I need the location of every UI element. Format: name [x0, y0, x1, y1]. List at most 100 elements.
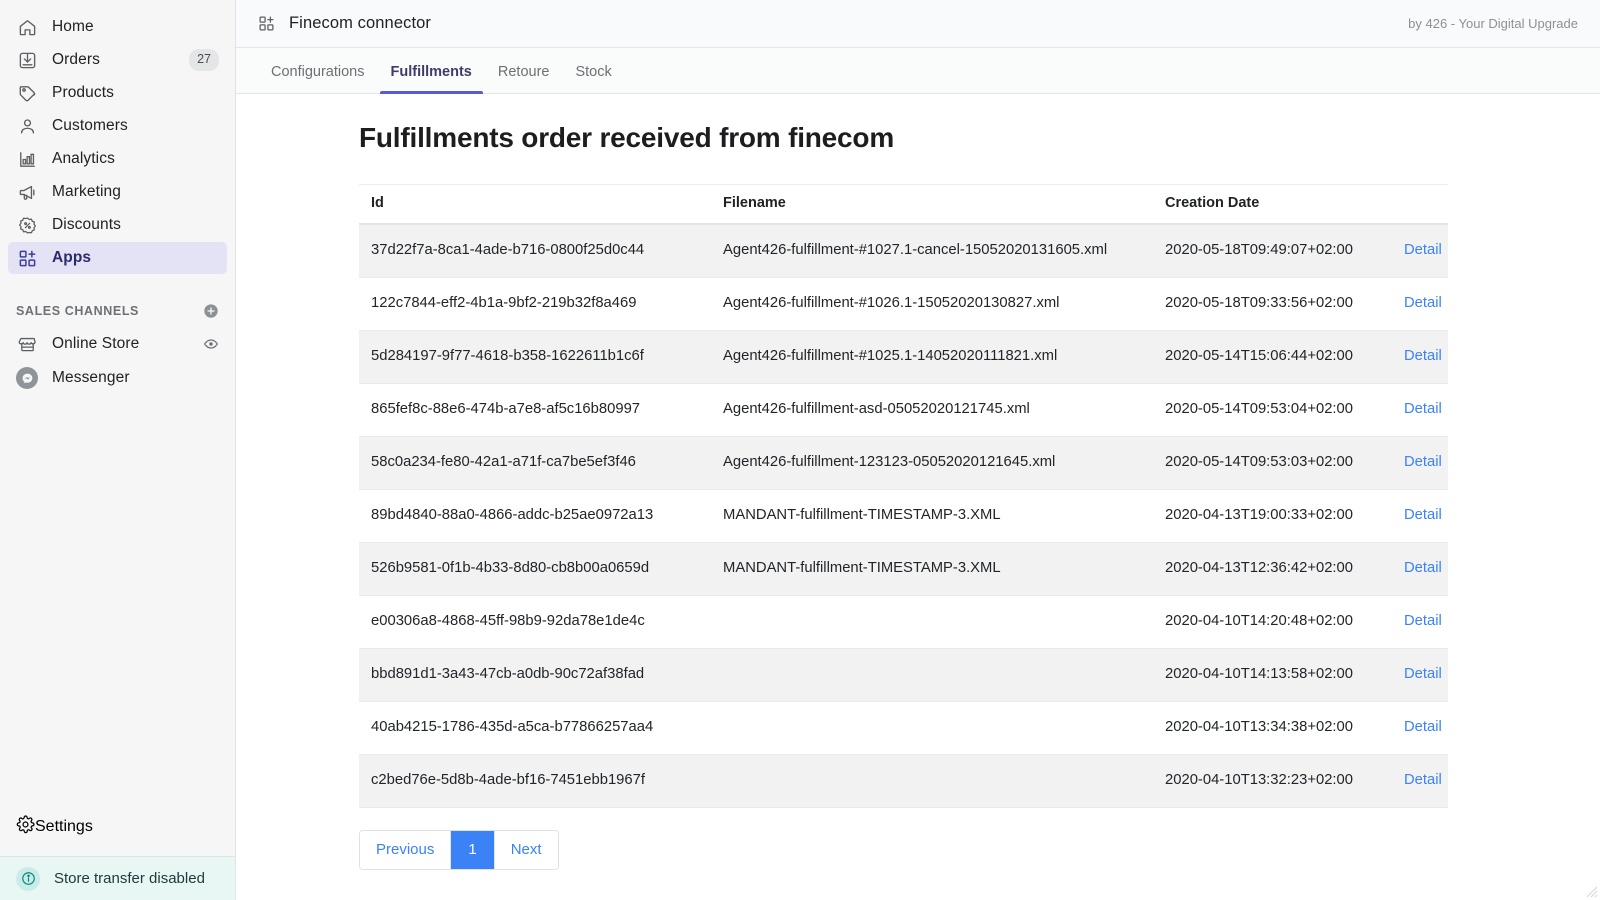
sidebar-item-apps[interactable]: Apps [8, 242, 227, 274]
detail-link[interactable]: Detail [1404, 613, 1442, 629]
cell-actions: Detail [1392, 436, 1448, 489]
table-row: 122c7844-eff2-4b1a-9bf2-219b32f8a469Agen… [359, 277, 1448, 330]
sidebar-item-label: Products [52, 84, 114, 102]
sidebar-item-home[interactable]: Home [8, 11, 227, 43]
cell-actions: Detail [1392, 489, 1448, 542]
table-row: 40ab4215-1786-435d-a5ca-b77866257aa4 2020… [359, 701, 1448, 754]
store-transfer-banner[interactable]: Store transfer disabled [0, 856, 235, 900]
page-title: Fulfillments order received from finecom [359, 122, 1600, 154]
column-header-id: Id [359, 185, 711, 225]
sidebar-item-customers[interactable]: Customers [8, 110, 227, 142]
cell-actions: Detail [1392, 224, 1448, 277]
sidebar-item-label: Discounts [52, 216, 121, 234]
sidebar-item-marketing[interactable]: Marketing [8, 176, 227, 208]
sidebar-item-label: Marketing [52, 183, 121, 201]
gear-icon [16, 815, 35, 839]
cell-creation-date: 2020-04-10T14:13:58+02:00 [1153, 648, 1392, 701]
sidebar-spacer [0, 395, 235, 810]
detail-link[interactable]: Detail [1404, 401, 1442, 417]
cell-id: 58c0a234-fe80-42a1-a71f-ca7be5ef3f46 [359, 436, 711, 489]
cell-creation-date: 2020-05-14T09:53:04+02:00 [1153, 383, 1392, 436]
cell-id: 526b9581-0f1b-4b33-8d80-cb8b00a0659d [359, 542, 711, 595]
app-root: Home Orders 27 Products Customers [0, 0, 1600, 900]
cell-creation-date: 2020-04-10T13:32:23+02:00 [1153, 754, 1392, 807]
tab-bar: Configurations Fulfillments Retoure Stoc… [236, 48, 1600, 94]
column-header-creation-date: Creation Date [1153, 185, 1392, 225]
column-header-filename: Filename [711, 185, 1153, 225]
cell-filename [711, 701, 1153, 754]
fulfillments-table: Id Filename Creation Date 37d22f7a-8ca1-… [359, 184, 1448, 808]
sidebar-item-discounts[interactable]: Discounts [8, 209, 227, 241]
pagination-next[interactable]: Next [495, 831, 558, 869]
table-row: bbd891d1-3a43-47cb-a0db-90c72af38fad 2020… [359, 648, 1448, 701]
cell-filename: Agent426-fulfillment-123123-050520201216… [711, 436, 1153, 489]
sidebar-item-messenger[interactable]: Messenger [8, 362, 227, 394]
sales-channels-header: SALES CHANNELS [0, 299, 235, 323]
detail-link[interactable]: Detail [1404, 666, 1442, 682]
sidebar-item-settings[interactable]: Settings [8, 810, 227, 844]
sidebar-item-analytics[interactable]: Analytics [8, 143, 227, 175]
orders-count-badge: 27 [189, 49, 219, 71]
detail-link[interactable]: Detail [1404, 772, 1442, 788]
detail-link[interactable]: Detail [1404, 719, 1442, 735]
table-body: 37d22f7a-8ca1-4ade-b716-0800f25d0c44Agen… [359, 224, 1448, 807]
tab-stock[interactable]: Stock [562, 64, 624, 93]
tab-fulfillments[interactable]: Fulfillments [378, 64, 485, 93]
marketing-icon [16, 181, 38, 203]
home-icon [16, 16, 38, 38]
customers-icon [16, 115, 38, 137]
detail-link[interactable]: Detail [1404, 454, 1442, 470]
sidebar-item-online-store[interactable]: Online Store [8, 328, 227, 360]
cell-actions: Detail [1392, 542, 1448, 595]
cell-actions: Detail [1392, 754, 1448, 807]
sidebar-item-orders[interactable]: Orders 27 [8, 44, 227, 76]
sidebar-item-products[interactable]: Products [8, 77, 227, 109]
window-resize-grip[interactable] [1582, 882, 1598, 898]
sidebar-item-label: Online Store [52, 335, 139, 353]
sidebar-item-label: Apps [52, 249, 91, 267]
plus-circle-icon[interactable] [203, 303, 219, 319]
cell-filename: MANDANT-fulfillment-TIMESTAMP-3.XML [711, 489, 1153, 542]
detail-link[interactable]: Detail [1404, 560, 1442, 576]
sidebar-item-label: Home [52, 18, 94, 36]
cell-actions: Detail [1392, 330, 1448, 383]
cell-id: bbd891d1-3a43-47cb-a0db-90c72af38fad [359, 648, 711, 701]
detail-link[interactable]: Detail [1404, 242, 1442, 258]
primary-nav: Home Orders 27 Products Customers [0, 0, 235, 275]
cell-creation-date: 2020-04-13T12:36:42+02:00 [1153, 542, 1392, 595]
content-scroll-area: Fulfillments order received from finecom… [236, 94, 1600, 900]
cell-actions: Detail [1392, 383, 1448, 436]
table-row: 89bd4840-88a0-4866-addc-b25ae0972a13MAND… [359, 489, 1448, 542]
sidebar-item-label: Orders [52, 51, 100, 69]
pagination-page-1[interactable]: 1 [451, 831, 494, 869]
messenger-icon [16, 367, 38, 389]
cell-actions: Detail [1392, 595, 1448, 648]
table-row: 865fef8c-88e6-474b-a7e8-af5c16b80997Agen… [359, 383, 1448, 436]
detail-link[interactable]: Detail [1404, 507, 1442, 523]
column-header-actions [1392, 185, 1448, 225]
cell-id: 37d22f7a-8ca1-4ade-b716-0800f25d0c44 [359, 224, 711, 277]
apps-grid-plus-icon [258, 15, 275, 32]
cell-id: 122c7844-eff2-4b1a-9bf2-219b32f8a469 [359, 277, 711, 330]
detail-link[interactable]: Detail [1404, 348, 1442, 364]
cell-filename [711, 754, 1153, 807]
eye-icon[interactable] [203, 336, 219, 352]
tab-retoure[interactable]: Retoure [485, 64, 563, 93]
cell-filename: Agent426-fulfillment-#1025.1-14052020111… [711, 330, 1153, 383]
tab-configurations[interactable]: Configurations [258, 64, 378, 93]
cell-filename: Agent426-fulfillment-asd-05052020121745.… [711, 383, 1153, 436]
settings-label: Settings [35, 818, 93, 836]
cell-id: 40ab4215-1786-435d-a5ca-b77866257aa4 [359, 701, 711, 754]
sales-channels-title: SALES CHANNELS [16, 304, 139, 318]
store-transfer-label: Store transfer disabled [54, 870, 205, 887]
pagination: Previous 1 Next [359, 830, 559, 870]
detail-link[interactable]: Detail [1404, 295, 1442, 311]
cell-filename [711, 648, 1153, 701]
sidebar: Home Orders 27 Products Customers [0, 0, 236, 900]
table-header: Id Filename Creation Date [359, 185, 1448, 225]
table-row: e00306a8-4868-45ff-98b9-92da78e1de4c2020… [359, 595, 1448, 648]
cell-creation-date: 2020-04-10T13:34:38+02:00 [1153, 701, 1392, 754]
cell-actions: Detail [1392, 277, 1448, 330]
pagination-previous[interactable]: Previous [360, 831, 451, 869]
app-title: Finecom connector [289, 14, 431, 33]
